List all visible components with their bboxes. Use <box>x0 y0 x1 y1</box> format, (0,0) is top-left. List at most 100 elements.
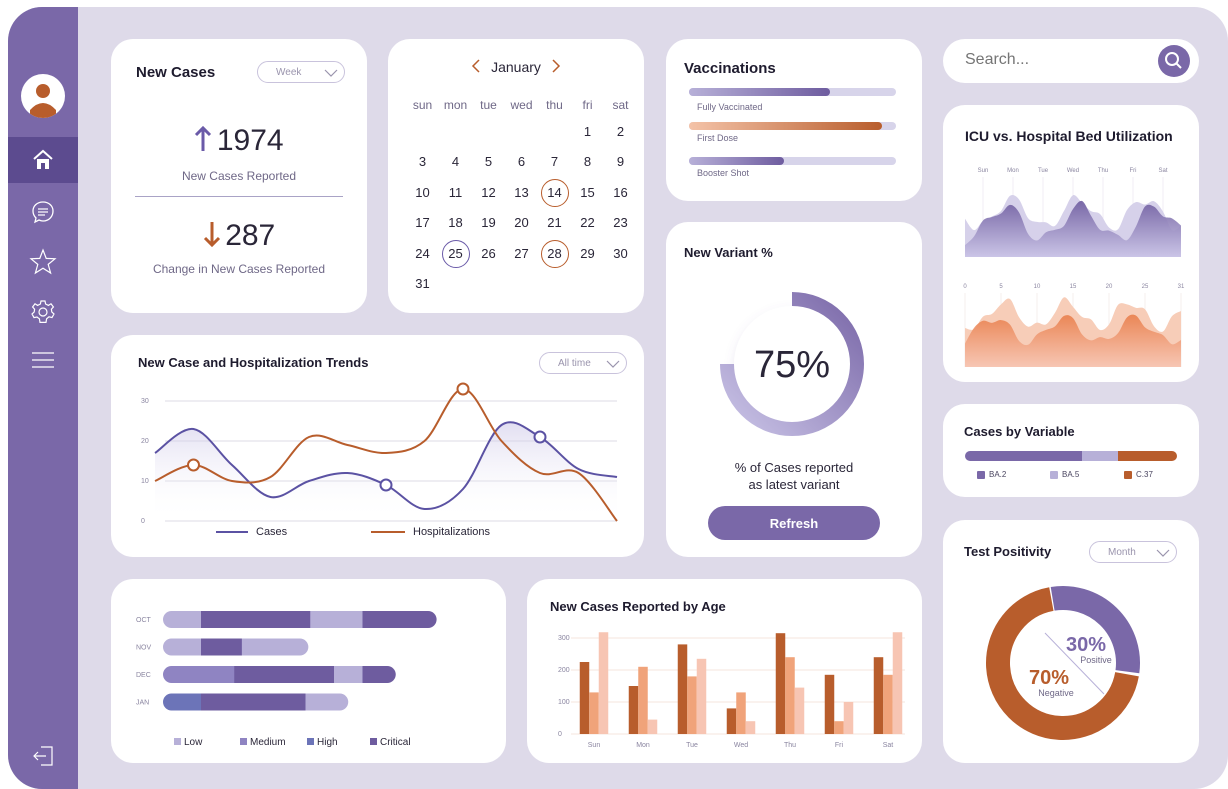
search-button[interactable] <box>1158 45 1190 77</box>
calendar-day[interactable]: 28 <box>538 238 571 269</box>
icu-card: ICU vs. Hospital Bed Utilization Sun Mon T… <box>943 105 1199 382</box>
calendar-day[interactable]: 27 <box>505 238 538 269</box>
calendar-day[interactable]: 5 <box>472 147 505 178</box>
arrow-up-icon <box>195 125 212 151</box>
calendar-day[interactable]: 15 <box>571 177 604 208</box>
bar-segment <box>241 638 309 656</box>
x-tick-label: 25 <box>1142 284 1149 290</box>
legend-swatch <box>174 738 181 745</box>
legend-swatch <box>1050 470 1058 479</box>
sidebar-item-home[interactable] <box>8 137 78 183</box>
bar <box>785 657 795 734</box>
calendar-day[interactable]: 9 <box>604 147 637 178</box>
bar <box>647 719 658 734</box>
trends-chart: 0 10 20 30 <box>141 382 618 525</box>
refresh-button[interactable]: Refresh <box>708 506 880 540</box>
bar-segment <box>163 611 202 628</box>
calendar-day[interactable]: 12 <box>472 177 505 208</box>
vaccination-bar <box>689 122 896 130</box>
calendar-day[interactable]: 7 <box>538 147 571 178</box>
sidebar-item-favorites[interactable] <box>8 239 78 285</box>
calendar-day[interactable]: 10 <box>406 177 439 208</box>
data-point[interactable] <box>456 382 470 396</box>
calendar-day[interactable]: 29 <box>571 238 604 269</box>
sidebar-item-logout[interactable] <box>8 733 78 779</box>
x-tick-label: Tue <box>686 742 698 749</box>
bar-segment <box>305 693 349 711</box>
calendar-day[interactable]: 18 <box>439 208 472 239</box>
sidebar-item-menu[interactable] <box>8 337 78 383</box>
vaccinations-card: Vaccinations Fully Vaccinated First Dose… <box>666 39 922 201</box>
data-point[interactable] <box>187 458 200 472</box>
x-tick-label: Sun <box>978 168 989 174</box>
calendar-day[interactable]: 2 <box>604 116 637 147</box>
calendar-day[interactable]: 23 <box>604 208 637 239</box>
calendar-month: January <box>491 59 541 75</box>
x-tick-label: Fri <box>1130 168 1137 174</box>
bar <box>775 633 786 734</box>
legend-c37: C.37 <box>1124 470 1153 479</box>
icu-chart: Sun Mon Tue Wed Thu Fri Sat 0 5 10 15 20 25 31 <box>963 168 1185 367</box>
calendar-day[interactable]: 13 <box>505 177 538 208</box>
calendar-day[interactable]: 17 <box>406 208 439 239</box>
x-tick-label: Thu <box>784 742 796 749</box>
calendar-day[interactable]: 6 <box>505 147 538 178</box>
legend-swatch <box>307 738 314 745</box>
calendar-day[interactable]: 20 <box>505 208 538 239</box>
category-label: DEC <box>136 672 151 679</box>
chevron-left-icon[interactable] <box>471 59 481 73</box>
calendar-day[interactable]: 14 <box>538 177 571 208</box>
calendar-day[interactable]: 1 <box>571 116 604 147</box>
calendar-day[interactable]: 22 <box>571 208 604 239</box>
chevron-right-icon[interactable] <box>551 59 561 73</box>
data-point[interactable] <box>379 478 393 492</box>
vaccination-label: Booster Shot <box>697 168 750 178</box>
calendar-day[interactable]: 21 <box>538 208 571 239</box>
bar <box>824 674 835 734</box>
calendar-day[interactable]: 16 <box>604 177 637 208</box>
calendar-day[interactable]: 26 <box>472 238 505 269</box>
legend-c37-label: C.37 <box>1136 470 1153 479</box>
calendar-day[interactable]: 3 <box>406 147 439 178</box>
bar <box>736 692 746 734</box>
bar-segment <box>163 638 202 656</box>
x-tick-label: 0 <box>963 284 967 290</box>
category-label: OCT <box>136 617 152 624</box>
bar <box>687 676 697 734</box>
x-tick-label: Mon <box>636 742 650 749</box>
search-bar[interactable] <box>943 39 1199 83</box>
divider <box>135 196 343 197</box>
calendar-day[interactable]: 30 <box>604 238 637 269</box>
variable-segment <box>965 451 1082 461</box>
stacked-bar <box>163 638 309 656</box>
calendar-day[interactable]: 24 <box>406 238 439 269</box>
calendar-day[interactable]: 25 <box>439 238 472 269</box>
calendar-day[interactable]: 11 <box>439 177 472 208</box>
period-dropdown[interactable]: Week <box>257 61 345 83</box>
logout-icon <box>33 746 53 766</box>
calendar-day[interactable]: 8 <box>571 147 604 178</box>
calendar-day[interactable]: 4 <box>439 147 472 178</box>
severity-card: OCT NOV DEC JAN Low Medium High Critical <box>111 579 506 763</box>
calendar-blank <box>439 116 472 147</box>
weekday-label: fri <box>582 98 593 112</box>
bar <box>834 721 844 734</box>
stacked-bar <box>163 693 349 711</box>
sidebar-item-settings[interactable] <box>8 289 78 335</box>
age-chart: 0 100 200 300 Sun Mon Tue Wed Thu Fri Sat <box>558 632 905 749</box>
cases-area <box>155 422 617 521</box>
user-icon <box>30 84 56 118</box>
sidebar-item-messages[interactable] <box>8 189 78 235</box>
x-tick-label: 20 <box>1106 284 1113 290</box>
bar <box>677 644 688 734</box>
search-input[interactable] <box>965 51 1145 69</box>
y-tick-label: 10 <box>141 478 149 485</box>
vaccinations-title: Vaccinations <box>684 60 776 77</box>
calendar-day[interactable]: 31 <box>406 269 439 300</box>
data-point[interactable] <box>533 430 547 444</box>
avatar[interactable] <box>21 74 65 118</box>
bar-segment <box>201 638 243 656</box>
legend-swatch <box>240 738 247 745</box>
negative-label: Negative <box>1038 688 1074 698</box>
calendar-day[interactable]: 19 <box>472 208 505 239</box>
